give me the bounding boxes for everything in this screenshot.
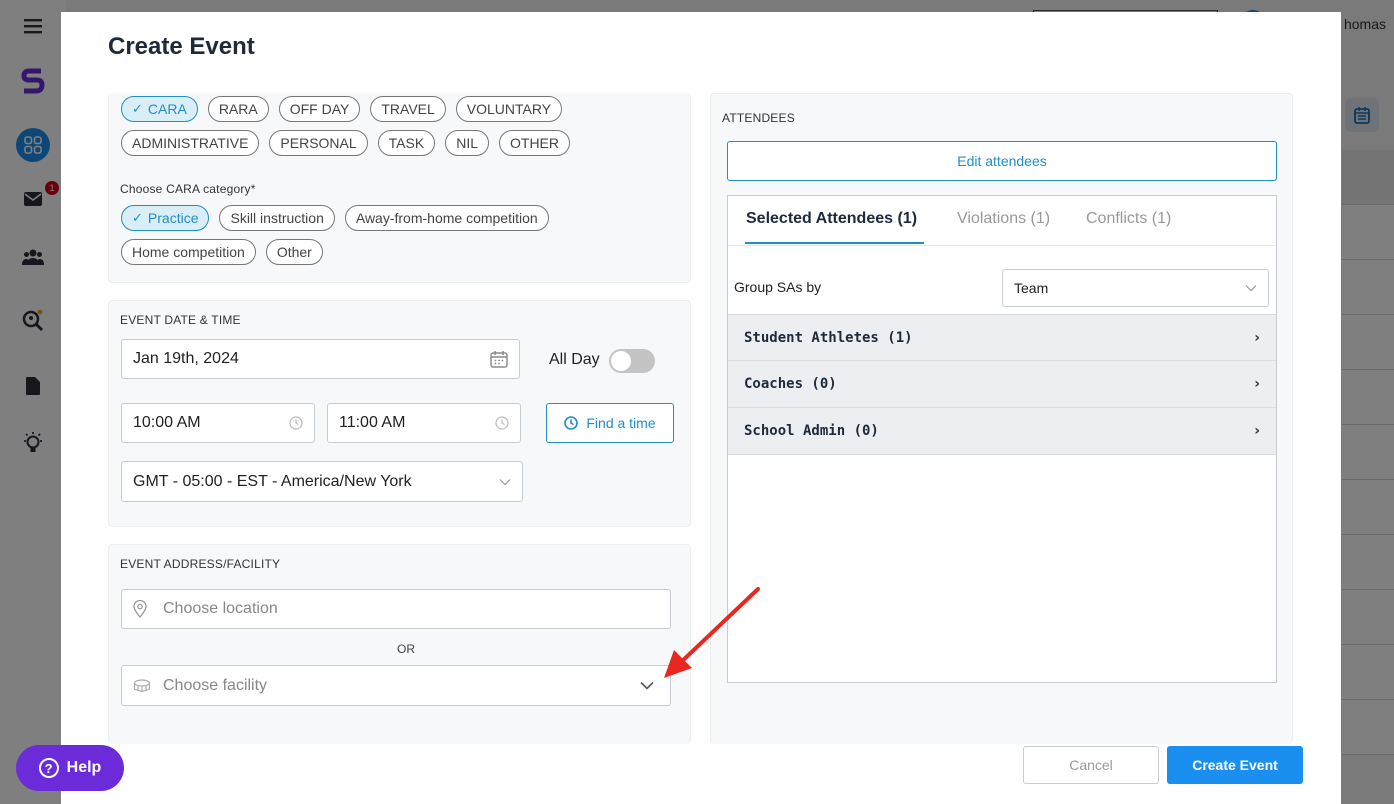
group-student-athletes[interactable]: Student Athletes (1) › [728,314,1276,361]
chip-rara[interactable]: RARA [207,96,269,122]
chip-practice[interactable]: ✓ Practice [121,205,210,231]
category-row-2: Home competition Other [121,239,323,265]
chip-cara[interactable]: ✓ CARA [121,96,198,122]
check-icon: ✓ [132,101,143,116]
tabs-divider [728,245,1276,246]
help-button[interactable]: ? Help [16,745,124,791]
chip-personal[interactable]: PERSONAL [269,130,368,156]
timezone-select[interactable]: GMT - 05:00 - EST - America/New York [121,461,523,502]
clock-icon [564,416,579,430]
tab-selected-attendees[interactable]: Selected Attendees (1) [746,210,917,228]
group-coaches[interactable]: Coaches (0) › [728,361,1276,408]
active-tab-indicator [745,242,924,244]
modal-title: Create Event [108,33,255,60]
find-time-button[interactable]: Find a time [546,403,674,443]
chip-administrative[interactable]: ADMINISTRATIVE [121,130,260,156]
address-section-label: EVENT ADDRESS/FACILITY [120,557,281,571]
facility-select[interactable]: Choose facility [121,665,671,706]
event-type-row-2: ADMINISTRATIVE PERSONAL TASK NIL OTHER [121,130,570,156]
chip-other[interactable]: OTHER [499,130,570,156]
create-event-modal: Create Event ✓ CARA RARA OFF DAY TRAVEL V… [61,12,1341,804]
end-time-input[interactable]: 11:00 AM [327,403,521,443]
chip-off-day[interactable]: OFF DAY [278,96,361,122]
annotation-arrow-icon [664,587,760,678]
chip-skill-instruction[interactable]: Skill instruction [219,205,335,231]
chip-travel[interactable]: TRAVEL [370,96,446,122]
calendar-icon[interactable] [490,350,508,368]
chevron-right-icon: › [1254,423,1260,439]
chevron-right-icon: › [1254,329,1260,346]
tab-violations[interactable]: Violations (1) [957,210,1050,228]
create-event-button[interactable]: Create Event [1167,746,1303,784]
chip-voluntary[interactable]: VOLUNTARY [455,96,563,122]
attendees-section-label: ATTENDEES [722,111,795,125]
chevron-down-icon [1245,284,1257,292]
chevron-down-icon [499,478,511,486]
datetime-section-label: EVENT DATE & TIME [120,313,241,327]
edit-attendees-button[interactable]: Edit attendees [727,141,1277,181]
chip-task[interactable]: TASK [377,130,436,156]
start-time-input[interactable]: 10:00 AM [121,403,315,443]
group-by-select[interactable]: Team [1002,269,1269,307]
all-day-toggle[interactable] [609,349,655,373]
group-by-label: Group SAs by [734,279,822,295]
event-type-row-1: ✓ CARA RARA OFF DAY TRAVEL VOLUNTARY [121,96,563,122]
toggle-knob [611,351,631,371]
chip-category-other[interactable]: Other [265,239,323,265]
chip-away-competition[interactable]: Away-from-home competition [344,205,549,231]
chevron-right-icon: › [1254,376,1260,392]
stadium-icon [133,678,151,694]
clock-icon [495,416,509,430]
all-day-label: All Day [549,351,600,368]
clock-icon [289,416,303,430]
tab-conflicts[interactable]: Conflicts (1) [1086,210,1171,228]
check-icon: ✓ [132,210,143,225]
category-label: Choose CARA category* [120,182,256,196]
chevron-down-icon [640,681,654,690]
chip-nil[interactable]: NIL [445,130,489,156]
or-divider: OR [397,642,415,656]
chip-home-competition[interactable]: Home competition [121,239,256,265]
question-icon: ? [38,758,59,778]
group-school-admin[interactable]: School Admin (0) › [728,408,1276,455]
location-input[interactable]: Choose location [121,589,671,629]
cancel-button[interactable]: Cancel [1023,746,1159,784]
location-pin-icon [133,600,147,618]
category-row-1: ✓ Practice Skill instruction Away-from-ho… [121,205,549,231]
date-input[interactable]: Jan 19th, 2024 [121,339,520,379]
